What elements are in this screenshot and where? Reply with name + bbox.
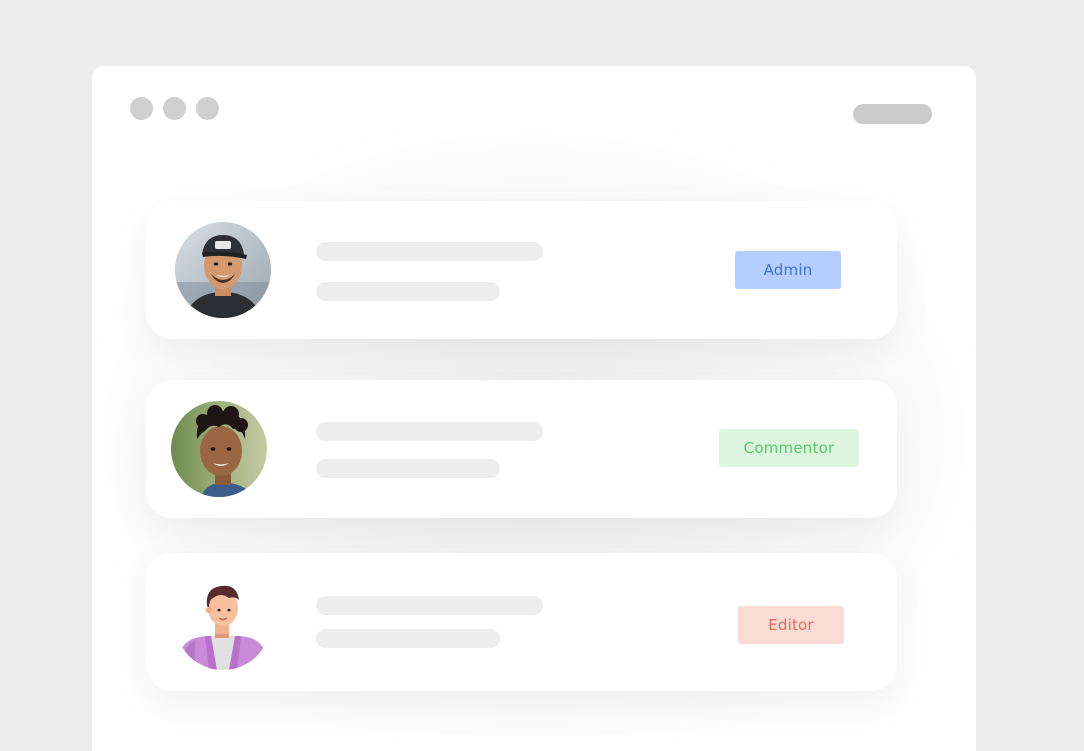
window-minimize-dot[interactable] bbox=[163, 97, 186, 120]
user-card-editor[interactable]: Editor bbox=[146, 553, 897, 691]
avatar bbox=[175, 222, 271, 318]
role-badge-editor[interactable]: Editor bbox=[738, 606, 844, 644]
user-illustration-icon bbox=[175, 585, 271, 670]
page: Admin Commentor Editor bbox=[0, 0, 1084, 751]
user-card-commentor[interactable]: Commentor bbox=[146, 380, 897, 518]
detail-placeholder bbox=[316, 282, 500, 301]
name-placeholder bbox=[316, 422, 543, 441]
name-placeholder bbox=[316, 242, 543, 261]
detail-placeholder bbox=[316, 629, 500, 648]
user-photo-curly-hair-icon bbox=[171, 401, 267, 497]
role-badge-admin[interactable]: Admin bbox=[735, 251, 841, 289]
detail-placeholder bbox=[316, 459, 500, 478]
user-card-admin[interactable]: Admin bbox=[146, 201, 897, 339]
role-badge-commentor[interactable]: Commentor bbox=[719, 429, 859, 467]
name-placeholder bbox=[316, 596, 543, 615]
avatar bbox=[171, 401, 267, 497]
window-menu-pill[interactable] bbox=[853, 104, 932, 124]
window-close-dot[interactable] bbox=[130, 97, 153, 120]
app-window: Admin Commentor Editor bbox=[92, 66, 976, 751]
window-maximize-dot[interactable] bbox=[196, 97, 219, 120]
avatar bbox=[175, 574, 271, 670]
user-photo-cap-icon bbox=[175, 222, 271, 318]
